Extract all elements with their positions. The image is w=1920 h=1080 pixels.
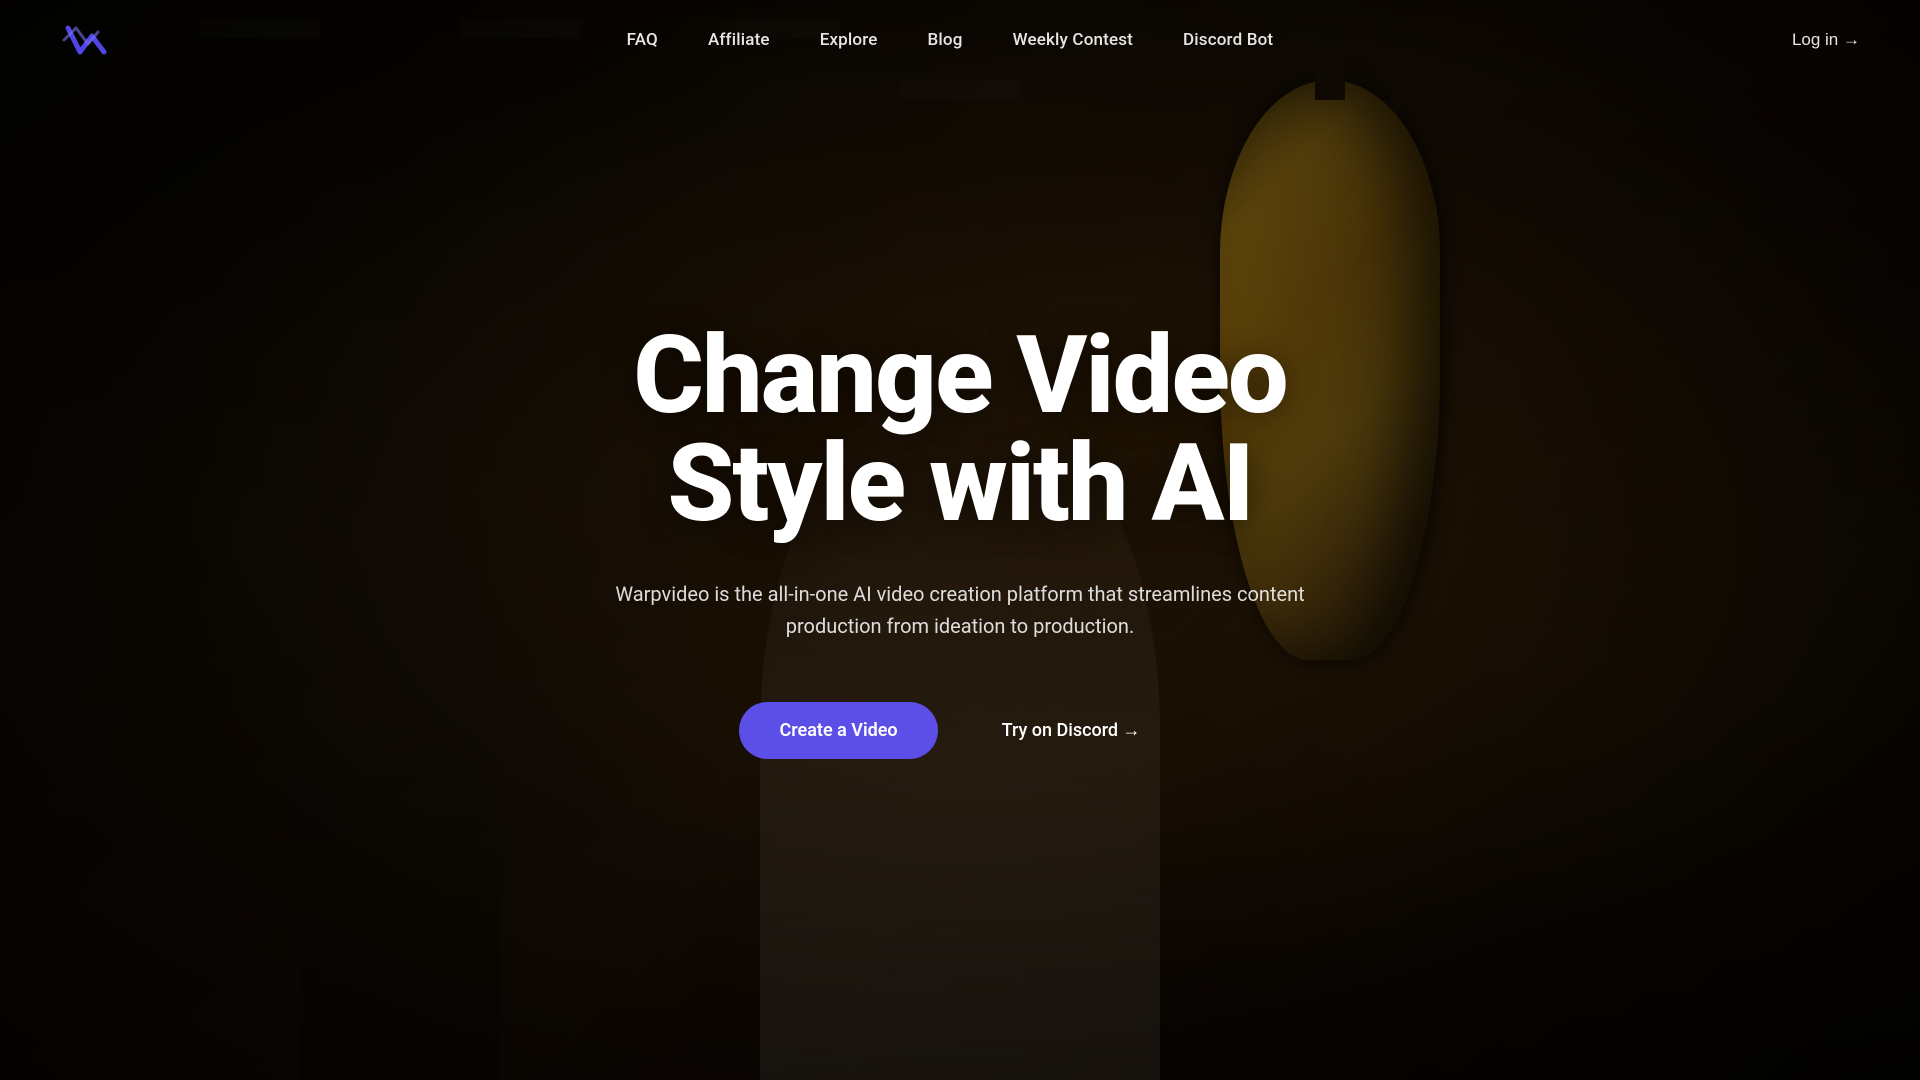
main-nav: FAQ Affiliate Explore Blog Weekly Contes… [0,0,1920,80]
nav-item-faq[interactable]: FAQ [627,30,658,50]
login-button[interactable]: Log in → [1792,30,1860,50]
nav-link-affiliate[interactable]: Affiliate [708,30,770,50]
nav-item-discord-bot[interactable]: Discord Bot [1183,30,1273,50]
nav-link-blog[interactable]: Blog [928,30,963,50]
hero-subtitle: Warpvideo is the all-in-one AI video cre… [610,578,1310,642]
nav-link-weekly-contest[interactable]: Weekly Contest [1013,30,1133,50]
try-discord-button[interactable]: Try on Discord → [962,702,1181,759]
nav-link-faq[interactable]: FAQ [627,30,658,50]
nav-link-explore[interactable]: Explore [820,30,878,50]
hero-section: FAQ Affiliate Explore Blog Weekly Contes… [0,0,1920,1080]
hero-buttons: Create a Video Try on Discord → [610,702,1310,759]
nav-links: FAQ Affiliate Explore Blog Weekly Contes… [627,30,1274,50]
logo-icon [60,16,108,64]
nav-item-explore[interactable]: Explore [820,30,878,50]
nav-link-discord-bot[interactable]: Discord Bot [1183,30,1273,50]
hero-title: Change Video Style with AI [610,322,1310,538]
create-video-button[interactable]: Create a Video [739,702,937,759]
hero-title-line2: Style with AI [667,421,1252,547]
nav-item-weekly-contest[interactable]: Weekly Contest [1013,30,1133,50]
nav-item-blog[interactable]: Blog [928,30,963,50]
logo[interactable] [60,16,108,64]
hero-content: Change Video Style with AI Warpvideo is … [570,322,1350,759]
nav-item-affiliate[interactable]: Affiliate [708,30,770,50]
